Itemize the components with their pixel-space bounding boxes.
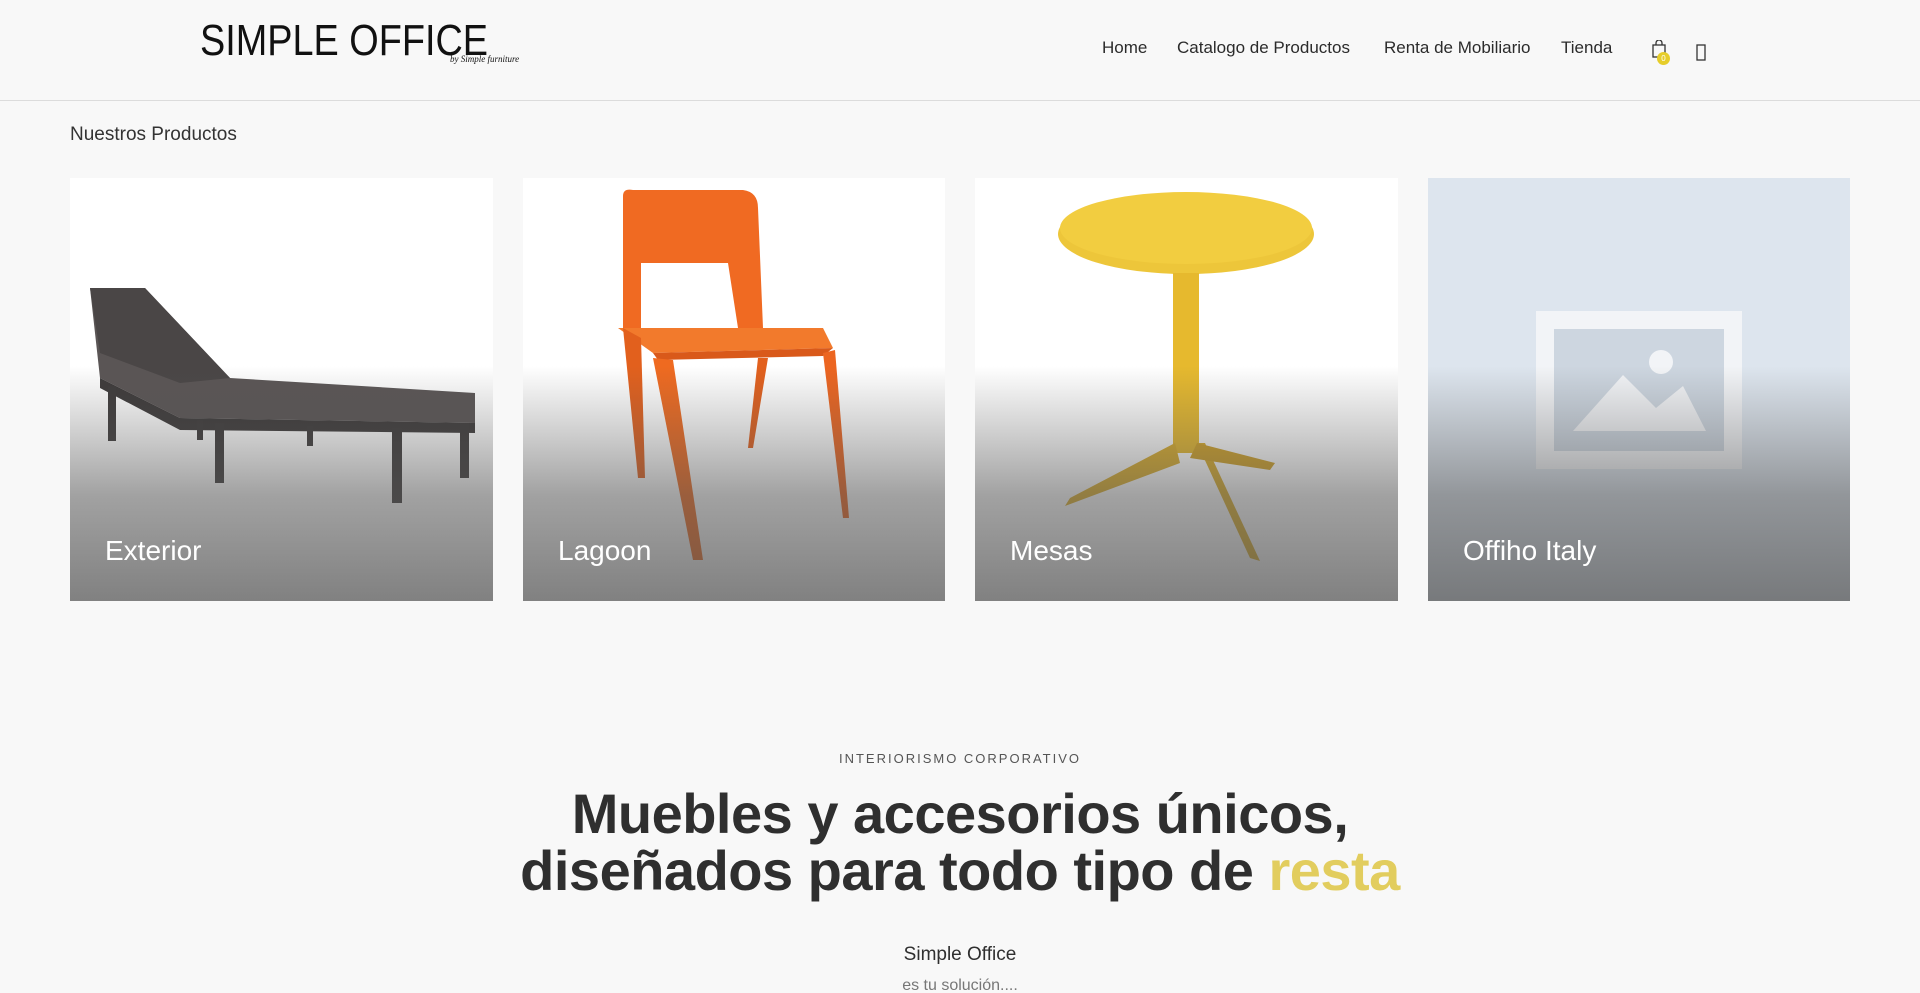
- product-card-mesas[interactable]: Mesas: [975, 178, 1398, 601]
- user-icon[interactable]: [1696, 44, 1706, 62]
- nav-catalogo[interactable]: Catalogo de Productos: [1177, 38, 1350, 58]
- section-headline: Muebles y accesorios únicos, diseñados p…: [0, 785, 1920, 899]
- headline-line-1: Muebles y accesorios únicos,: [571, 782, 1349, 845]
- nav-home[interactable]: Home: [1102, 38, 1147, 58]
- sub-title: Simple Office: [903, 944, 1017, 965]
- product-label: Offiho Italy: [1463, 535, 1597, 566]
- product-card-offiho-italy[interactable]: Offiho Italy: [1428, 178, 1850, 601]
- main-nav: Home Catalogo de Productos Renta de Mobi…: [0, 38, 1920, 62]
- product-label: Mesas: [1010, 535, 1093, 566]
- headline-accent: resta: [1268, 839, 1400, 902]
- headline-line-2: diseñados para todo tipo de resta: [520, 839, 1400, 902]
- product-card-lagoon[interactable]: Lagoon: [523, 178, 945, 601]
- sub-text: es tu solución....: [902, 977, 1018, 993]
- products-title: Nuestros Productos: [70, 124, 237, 145]
- site-header: SIMPLE OFFICE by Simple furniture Home C…: [0, 0, 1920, 101]
- section-eyebrow: INTERIORISMO CORPORATIVO: [838, 751, 1082, 766]
- product-label: Lagoon: [558, 535, 652, 566]
- nav-tienda[interactable]: Tienda: [1561, 38, 1612, 58]
- nav-renta[interactable]: Renta de Mobiliario: [1384, 38, 1530, 58]
- cart-count-badge: 0: [1657, 52, 1670, 65]
- product-card-exterior[interactable]: Exterior: [70, 178, 493, 601]
- product-label: Exterior: [105, 535, 202, 566]
